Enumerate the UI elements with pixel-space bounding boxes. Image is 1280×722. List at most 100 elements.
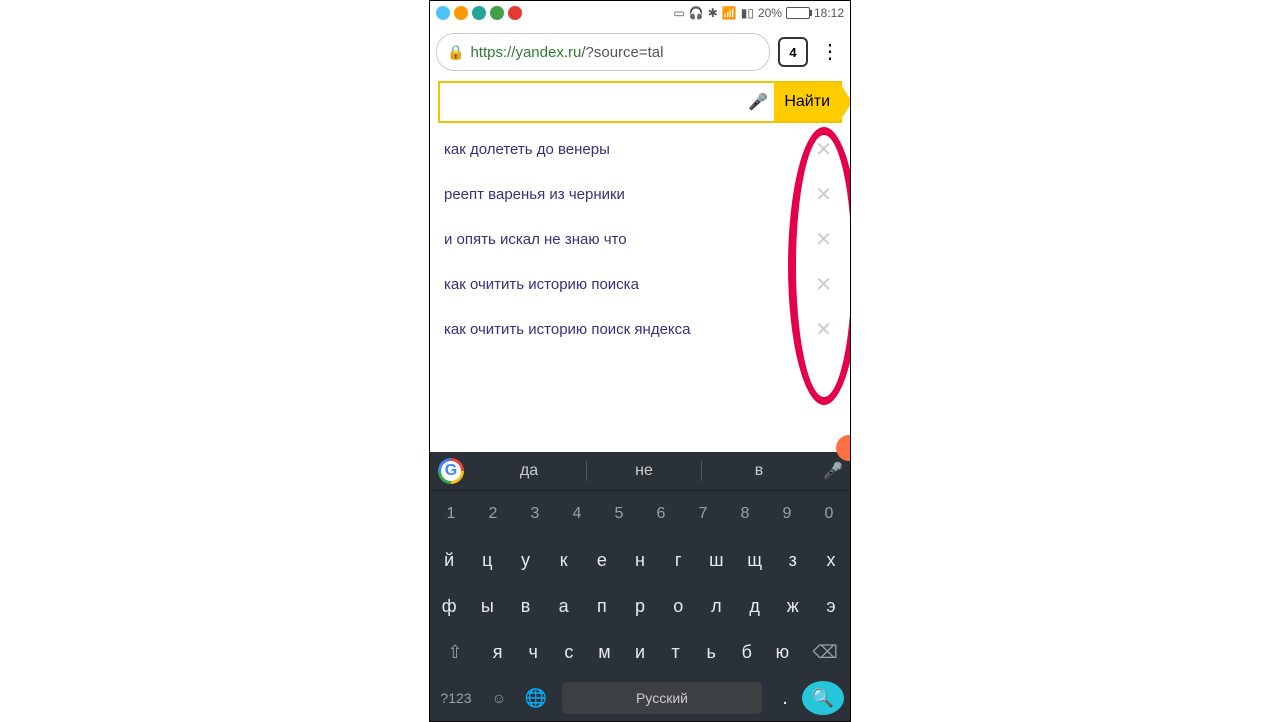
language-key[interactable]: 🌐	[516, 688, 556, 709]
remove-suggestion-icon[interactable]: ✕	[811, 137, 836, 162]
keyboard-row-numbers: 1 2 3 4 5 6 7 8 9 0	[430, 491, 850, 537]
key-letter[interactable]: л	[697, 583, 735, 629]
suggestion-text: и опять искал не знаю что	[444, 231, 627, 248]
clock: 18:12	[814, 6, 844, 20]
notif-icon-3	[472, 6, 486, 20]
suggestion-item[interactable]: как долететь до венеры ✕	[430, 127, 850, 172]
key-letter[interactable]: п	[583, 583, 621, 629]
key-3[interactable]: 3	[514, 491, 556, 537]
key-letter[interactable]: и	[622, 629, 658, 675]
suggestion-text: как очитить историю поиск яндекса	[444, 321, 690, 338]
suggestion-item[interactable]: и опять искал не знаю что ✕	[430, 217, 850, 262]
key-7[interactable]: 7	[682, 491, 724, 537]
kb-suggestion[interactable]: в	[702, 462, 816, 480]
key-9[interactable]: 9	[766, 491, 808, 537]
voice-search-icon[interactable]: 🎤	[742, 83, 774, 121]
kb-suggestion[interactable]: не	[587, 462, 701, 480]
bluetooth-icon: ✱	[708, 6, 718, 20]
key-letter[interactable]: ш	[697, 537, 735, 583]
address-bar[interactable]: 🔒 https://yandex.ru/?source=tal	[436, 33, 770, 71]
key-letter[interactable]: т	[658, 629, 694, 675]
battery-pct: 20%	[758, 6, 782, 20]
remove-suggestion-icon[interactable]: ✕	[811, 317, 836, 342]
key-1[interactable]: 1	[430, 491, 472, 537]
key-letter[interactable]: я	[480, 629, 516, 675]
url-text: https://yandex.ru/?source=tal	[470, 44, 663, 61]
remove-suggestion-icon[interactable]: ✕	[811, 182, 836, 207]
tab-switcher[interactable]: 4	[778, 37, 808, 67]
key-letter[interactable]: й	[430, 537, 468, 583]
suggestion-item[interactable]: как очитить историю поиск яндекса ✕	[430, 307, 850, 352]
keyboard-mic-icon[interactable]: 🎤	[816, 461, 850, 481]
key-letter[interactable]: н	[621, 537, 659, 583]
keyboard-row-bottom: ?123 ☺ 🌐 Русский . 🔍	[430, 675, 850, 721]
suggestion-text: как очитить историю поиска	[444, 276, 639, 293]
wifi-icon: 📶	[722, 6, 737, 20]
spacebar[interactable]: Русский	[562, 682, 762, 714]
key-letter[interactable]: щ	[736, 537, 774, 583]
keyboard-search-key[interactable]: 🔍	[802, 681, 844, 715]
notif-icon-4	[490, 6, 504, 20]
suggestion-item[interactable]: реепт варенья из черники ✕	[430, 172, 850, 217]
period-key[interactable]: .	[768, 691, 802, 705]
search-button-label: Найти	[784, 93, 830, 111]
key-letter[interactable]: ю	[765, 629, 801, 675]
key-5[interactable]: 5	[598, 491, 640, 537]
key-8[interactable]: 8	[724, 491, 766, 537]
keyboard-suggestion-bar: да не в 🎤	[430, 452, 850, 491]
key-letter[interactable]: ф	[430, 583, 468, 629]
key-letter[interactable]: в	[506, 583, 544, 629]
key-letter[interactable]: э	[812, 583, 850, 629]
search-input[interactable]	[440, 83, 742, 121]
key-letter[interactable]: з	[774, 537, 812, 583]
google-icon[interactable]	[438, 458, 464, 484]
key-letter[interactable]: ч	[515, 629, 551, 675]
overflow-menu-button[interactable]: ⋮	[816, 42, 844, 62]
key-letter[interactable]: м	[587, 629, 623, 675]
key-letter[interactable]: х	[812, 537, 850, 583]
status-right: ▭ 🎧 ✱ 📶 ▮▯ 20% 18:12	[673, 6, 844, 20]
remove-suggestion-icon[interactable]: ✕	[811, 227, 836, 252]
key-letter[interactable]: с	[551, 629, 587, 675]
emoji-key[interactable]: ☺	[482, 690, 516, 706]
battery-icon	[786, 7, 810, 19]
key-letter[interactable]: д	[736, 583, 774, 629]
key-letter[interactable]: а	[545, 583, 583, 629]
key-6[interactable]: 6	[640, 491, 682, 537]
suggestion-text: как долететь до венеры	[444, 141, 610, 158]
search-button[interactable]: Найти	[774, 83, 840, 121]
key-letter[interactable]: е	[583, 537, 621, 583]
search-bar: 🎤 Найти	[438, 81, 842, 123]
notif-icon-1	[436, 6, 450, 20]
key-4[interactable]: 4	[556, 491, 598, 537]
signal-icon: ▮▯	[741, 6, 754, 20]
key-letter[interactable]: ж	[774, 583, 812, 629]
key-letter[interactable]: ы	[468, 583, 506, 629]
shift-key[interactable]: ⇧	[430, 629, 480, 675]
key-letter[interactable]: о	[659, 583, 697, 629]
key-letter[interactable]: к	[545, 537, 583, 583]
key-letter[interactable]: г	[659, 537, 697, 583]
suggestion-text: реепт варенья из черники	[444, 186, 625, 203]
key-letter[interactable]: ц	[468, 537, 506, 583]
key-2[interactable]: 2	[472, 491, 514, 537]
key-letter[interactable]: ь	[693, 629, 729, 675]
key-letter[interactable]: р	[621, 583, 659, 629]
notif-icon-5	[508, 6, 522, 20]
tab-count-label: 4	[789, 45, 796, 60]
lock-icon: 🔒	[447, 44, 464, 61]
key-0[interactable]: 0	[808, 491, 850, 537]
symbols-key[interactable]: ?123	[430, 690, 482, 706]
notif-icon-2	[454, 6, 468, 20]
suggestion-item[interactable]: как очитить историю поиска ✕	[430, 262, 850, 307]
status-notification-icons	[436, 6, 522, 20]
keyboard-row-top: й ц у к е н г ш щ з х	[430, 537, 850, 583]
key-letter[interactable]: у	[506, 537, 544, 583]
remove-suggestion-icon[interactable]: ✕	[811, 272, 836, 297]
key-letter[interactable]: б	[729, 629, 765, 675]
phone-frame: ▭ 🎧 ✱ 📶 ▮▯ 20% 18:12 🔒 https://yandex.ru…	[429, 0, 851, 722]
soft-keyboard: да не в 🎤 1 2 3 4 5 6 7 8 9 0 й ц у к е …	[430, 452, 850, 721]
vibrate-icon: ▭	[673, 6, 684, 20]
kb-suggestion[interactable]: да	[472, 462, 586, 480]
backspace-key[interactable]: ⌫	[800, 629, 850, 675]
